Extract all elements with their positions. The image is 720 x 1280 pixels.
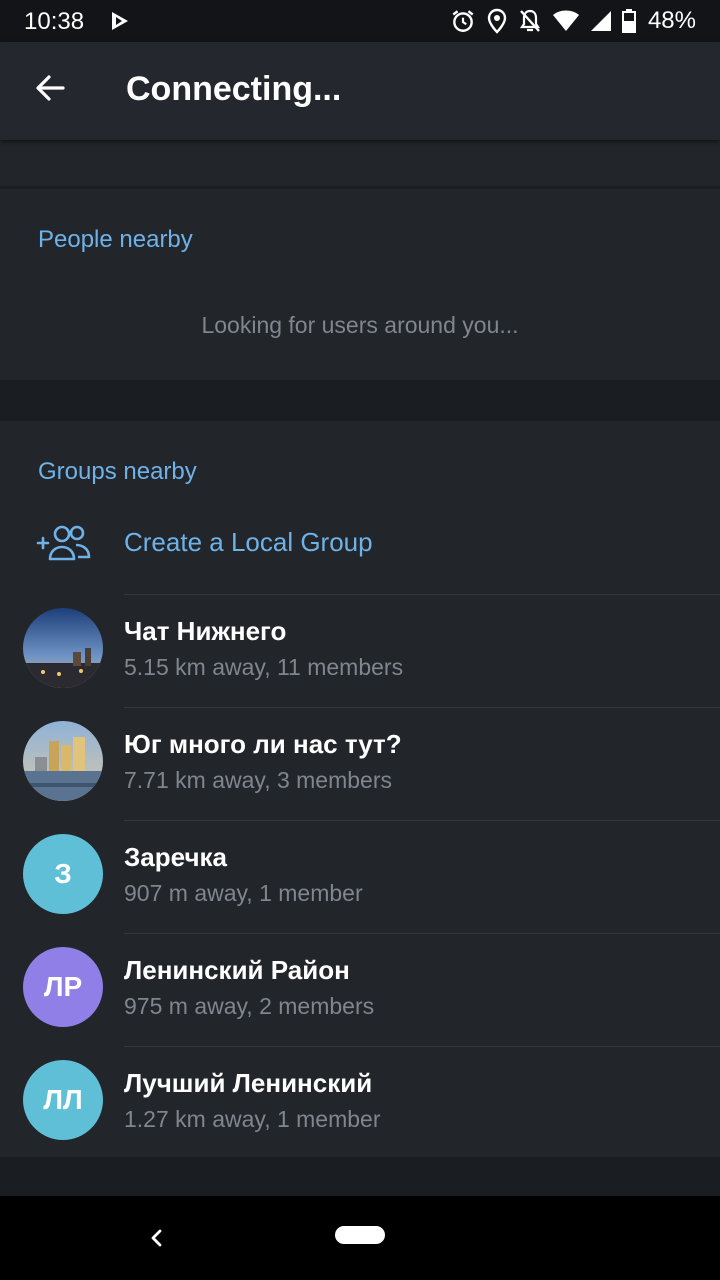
people-nearby-status: Looking for users around you...: [201, 312, 519, 338]
avatar: [23, 608, 103, 688]
avatar: ЛР: [23, 947, 103, 1027]
group-distance: 1.27 km away, 1 member: [124, 1106, 381, 1132]
group-row[interactable]: ЛР Ленинский Район 975 m away, 2 members: [0, 933, 720, 1046]
system-nav-bar: [0, 1196, 720, 1280]
app-bar: Connecting...: [0, 42, 720, 140]
play-store-icon: [108, 9, 132, 33]
create-local-group-button[interactable]: Create a Local Group: [0, 497, 720, 595]
group-photo-image: [23, 721, 103, 801]
avatar: З: [23, 834, 103, 914]
divider: [124, 820, 720, 821]
divider: [124, 933, 720, 934]
cell-signal-icon: [590, 10, 612, 32]
group-row[interactable]: ЛЛ Лучший Ленинский 1.27 km away, 1 memb…: [0, 1046, 720, 1159]
group-row[interactable]: З Заречка 907 m away, 1 member: [0, 820, 720, 933]
top-section-partial: [0, 140, 720, 186]
back-button[interactable]: [26, 66, 74, 114]
avatar: ЛЛ: [23, 1060, 103, 1140]
page-title: Connecting...: [126, 70, 342, 108]
wifi-icon: [552, 10, 580, 32]
group-name: Заречка: [124, 842, 228, 872]
arrow-back-icon: [35, 73, 65, 108]
group-row[interactable]: Юг много ли нас тут? 7.71 km away, 3 mem…: [0, 707, 720, 820]
group-name: Лучший Ленинский: [124, 1068, 373, 1098]
groups-nearby-section: Groups nearby Create a Local Group Чат Н…: [0, 421, 720, 1157]
group-row[interactable]: Чат Нижнего 5.15 km away, 11 members: [0, 594, 720, 707]
group-name: Чат Нижнего: [124, 616, 287, 646]
people-nearby-section: People nearby Looking for users around y…: [0, 189, 720, 380]
divider: [124, 707, 720, 708]
add-group-icon: [36, 523, 92, 563]
groups-nearby-header: Groups nearby: [38, 458, 197, 485]
create-local-group-label: Create a Local Group: [124, 527, 373, 557]
group-distance: 975 m away, 2 members: [124, 993, 375, 1019]
battery-percent: 48%: [647, 7, 696, 34]
status-time: 10:38: [24, 8, 85, 35]
people-nearby-header: People nearby: [38, 226, 193, 253]
battery-icon: [621, 9, 636, 33]
group-name: Ленинский Район: [124, 955, 350, 985]
group-distance: 5.15 km away, 11 members: [124, 654, 404, 680]
nav-home-button[interactable]: [335, 1226, 385, 1244]
nav-back-button[interactable]: [143, 1224, 171, 1252]
alarm-icon: [450, 8, 476, 34]
group-distance: 907 m away, 1 member: [124, 880, 363, 906]
group-photo-image: [23, 608, 103, 688]
divider: [124, 594, 720, 595]
status-icons: 48%: [450, 6, 696, 36]
notifications-off-icon: [518, 8, 542, 34]
group-name: Юг много ли нас тут?: [124, 729, 402, 759]
status-bar: 10:38 48%: [0, 0, 720, 42]
divider: [124, 1046, 720, 1047]
group-distance: 7.71 km away, 3 members: [124, 767, 393, 793]
avatar: [23, 721, 103, 801]
location-icon: [486, 8, 508, 34]
